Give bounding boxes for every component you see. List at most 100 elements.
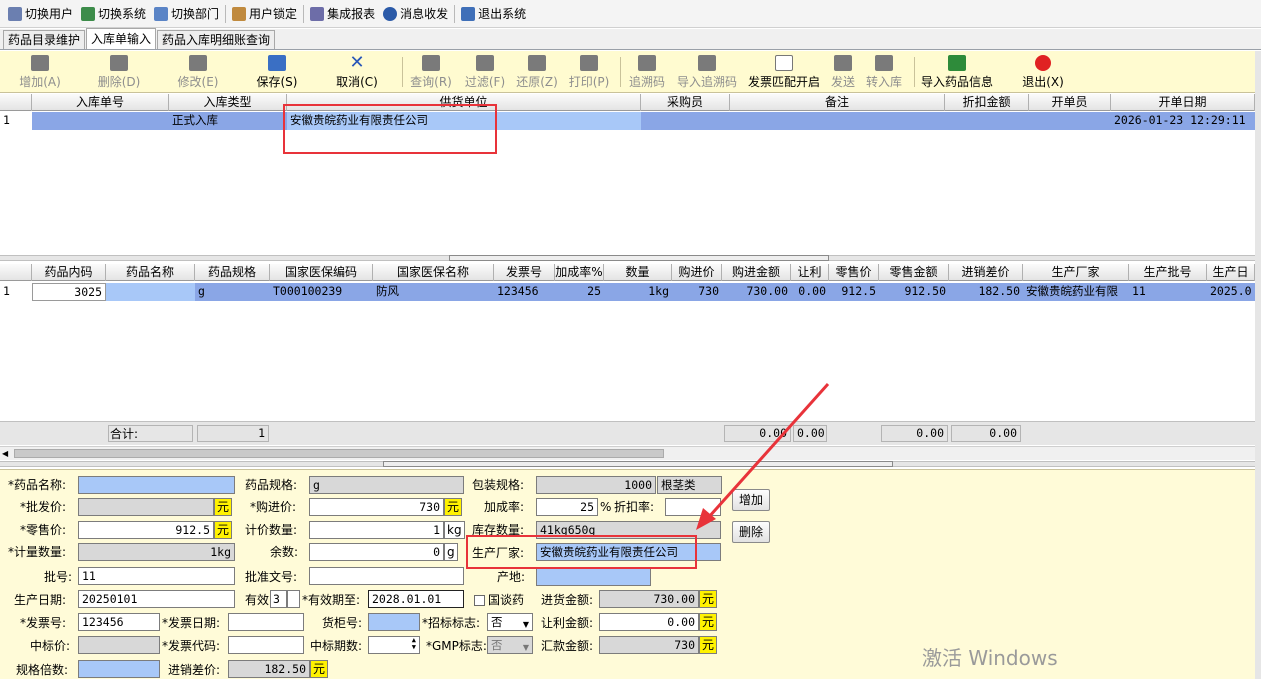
- invoice-date-input[interactable]: [228, 613, 304, 631]
- splitter-handle[interactable]: [449, 255, 829, 261]
- quantity-cell[interactable]: 1kg: [604, 283, 672, 301]
- header-buyer[interactable]: 采购员: [641, 94, 730, 111]
- header-drug-name[interactable]: 药品名称: [106, 264, 195, 281]
- header-order-no[interactable]: 入库单号: [32, 94, 169, 111]
- remark-cell[interactable]: [730, 112, 945, 130]
- shelf-no-input[interactable]: [368, 613, 420, 631]
- header-invoice-no[interactable]: 发票号: [494, 264, 555, 281]
- import-trace-code-button[interactable]: 导入追溯码: [676, 53, 738, 91]
- chevron-down-icon[interactable]: ▼: [523, 617, 529, 630]
- origin-input[interactable]: [536, 568, 651, 586]
- pricing-qty-input[interactable]: 1: [309, 521, 444, 539]
- price-difference-cell[interactable]: 182.50: [949, 283, 1023, 301]
- remainder-input[interactable]: 0: [309, 543, 444, 561]
- valid-unit-input[interactable]: [287, 590, 300, 608]
- tab-inbound-entry[interactable]: 入库单输入: [86, 28, 157, 49]
- bid-price-input[interactable]: [78, 636, 160, 654]
- header-inbound-type[interactable]: 入库类型: [169, 94, 287, 111]
- measure-qty-input[interactable]: 1kg: [78, 543, 235, 561]
- menu-switch-user[interactable]: 切换用户: [4, 2, 77, 26]
- invoice-no-input[interactable]: 123456: [78, 613, 160, 631]
- scroll-left-icon[interactable]: ◀: [2, 449, 8, 458]
- discount-cell[interactable]: [945, 112, 1029, 130]
- spec-multiple-input[interactable]: [78, 660, 160, 678]
- edit-button[interactable]: 修改(E): [175, 53, 221, 91]
- menu-lock-user[interactable]: 用户锁定: [228, 2, 301, 26]
- invoice-match-button[interactable]: 发票匹配开启: [746, 53, 822, 91]
- remit-amount-input[interactable]: 730: [599, 636, 699, 654]
- horizontal-scrollbar[interactable]: ◀: [0, 446, 1261, 460]
- markup-input[interactable]: 25: [536, 498, 598, 516]
- batch-input[interactable]: 11: [78, 567, 235, 585]
- header-insurance-code[interactable]: 国家医保编码: [270, 264, 373, 281]
- inbound-type-cell[interactable]: 正式入库: [169, 112, 287, 130]
- purchase-amount-cell[interactable]: 730.00: [722, 283, 791, 301]
- form-delete-button[interactable]: 删除: [732, 521, 771, 543]
- drug-name-cell[interactable]: [106, 283, 195, 301]
- header-purchase-amount[interactable]: 购进金额: [722, 264, 791, 281]
- header-insurance-name[interactable]: 国家医保名称: [373, 264, 494, 281]
- drug-name-input[interactable]: [78, 476, 235, 494]
- purchase-amount-input[interactable]: 730.00: [599, 590, 699, 608]
- table-row[interactable]: 1 正式入库 安徽贵皖药业有限责任公司 2026-01-23 12:29:11: [0, 112, 1255, 130]
- retail-input[interactable]: 912.5: [78, 521, 214, 539]
- query-button[interactable]: 查询(R): [408, 53, 454, 91]
- prod-date-input[interactable]: 20250101: [78, 590, 235, 608]
- table-row[interactable]: 1 3025 g T000100239 防风 123456 25 1kg 730…: [0, 283, 1255, 301]
- retail-amount-cell[interactable]: 912.50: [879, 283, 949, 301]
- drug-spec-cell[interactable]: g: [195, 283, 270, 301]
- production-date-cell[interactable]: 2025.0: [1207, 283, 1255, 301]
- approval-input[interactable]: [309, 567, 464, 585]
- discount-rate-input[interactable]: [665, 498, 721, 516]
- header-production-date[interactable]: 生产日: [1207, 264, 1255, 281]
- drug-code-cell[interactable]: 3025: [32, 283, 106, 301]
- stepper-arrows-icon[interactable]: ▲ ▼: [412, 637, 416, 651]
- splitter[interactable]: [0, 461, 1255, 467]
- discount-amount-input[interactable]: 0.00: [599, 613, 699, 631]
- bid-period-stepper[interactable]: ▲ ▼: [368, 636, 420, 654]
- tab-drug-catalog[interactable]: 药品目录维护: [3, 30, 86, 49]
- date-cell[interactable]: 2026-01-23 12:29:11: [1111, 112, 1255, 130]
- order-no-cell[interactable]: [32, 112, 169, 130]
- header-discount[interactable]: 让利: [791, 264, 829, 281]
- form-add-button[interactable]: 增加: [732, 489, 771, 511]
- batch-cell[interactable]: 11: [1129, 283, 1207, 301]
- tab-inbound-detail-query[interactable]: 药品入库明细账查询: [157, 30, 276, 49]
- transfer-in-button[interactable]: 转入库: [864, 53, 904, 91]
- insurance-name-cell[interactable]: 防风: [373, 283, 494, 301]
- scrollbar-thumb[interactable]: [14, 449, 664, 458]
- drug-spec-input[interactable]: g: [309, 476, 464, 494]
- splitter-handle[interactable]: [383, 461, 893, 467]
- header-retail-price[interactable]: 零售价: [829, 264, 879, 281]
- wholesale-input[interactable]: [78, 498, 214, 516]
- header-quantity[interactable]: 数量: [604, 264, 672, 281]
- purchase-price-input[interactable]: 730: [309, 498, 444, 516]
- invoice-no-cell[interactable]: 123456: [494, 283, 555, 301]
- header-remark[interactable]: 备注: [730, 94, 945, 111]
- splitter[interactable]: [0, 255, 1255, 261]
- menu-report[interactable]: 集成报表: [306, 2, 379, 26]
- delete-button[interactable]: 删除(D): [96, 53, 142, 91]
- invoice-code-input[interactable]: [228, 636, 304, 654]
- national-talk-checkbox[interactable]: [474, 595, 485, 606]
- expire-input[interactable]: 2028.01.01: [368, 590, 464, 608]
- cancel-button[interactable]: ✕ 取消(C): [334, 53, 380, 91]
- chevron-down-icon[interactable]: ▼: [523, 640, 529, 653]
- print-button[interactable]: 打印(P): [566, 53, 612, 91]
- menu-switch-department[interactable]: 切换部门: [150, 2, 223, 26]
- issuer-cell[interactable]: [1029, 112, 1111, 130]
- restore-button[interactable]: 还原(Z): [514, 53, 560, 91]
- discount-cell[interactable]: 0.00: [791, 283, 829, 301]
- header-manufacturer[interactable]: 生产厂家: [1023, 264, 1129, 281]
- menu-switch-system[interactable]: 切换系统: [77, 2, 150, 26]
- header-discount[interactable]: 折扣金额: [945, 94, 1029, 111]
- header-drug-spec[interactable]: 药品规格: [195, 264, 270, 281]
- markup-cell[interactable]: 25: [555, 283, 604, 301]
- valid-input[interactable]: 3: [270, 590, 287, 608]
- header-retail-amount[interactable]: 零售金额: [879, 264, 949, 281]
- header-markup[interactable]: 加成率%: [555, 264, 604, 281]
- header-price-difference[interactable]: 进销差价: [949, 264, 1023, 281]
- insurance-code-cell[interactable]: T000100239: [270, 283, 373, 301]
- import-drug-info-button[interactable]: 导入药品信息: [920, 53, 994, 91]
- trace-code-button[interactable]: 追溯码: [626, 53, 668, 91]
